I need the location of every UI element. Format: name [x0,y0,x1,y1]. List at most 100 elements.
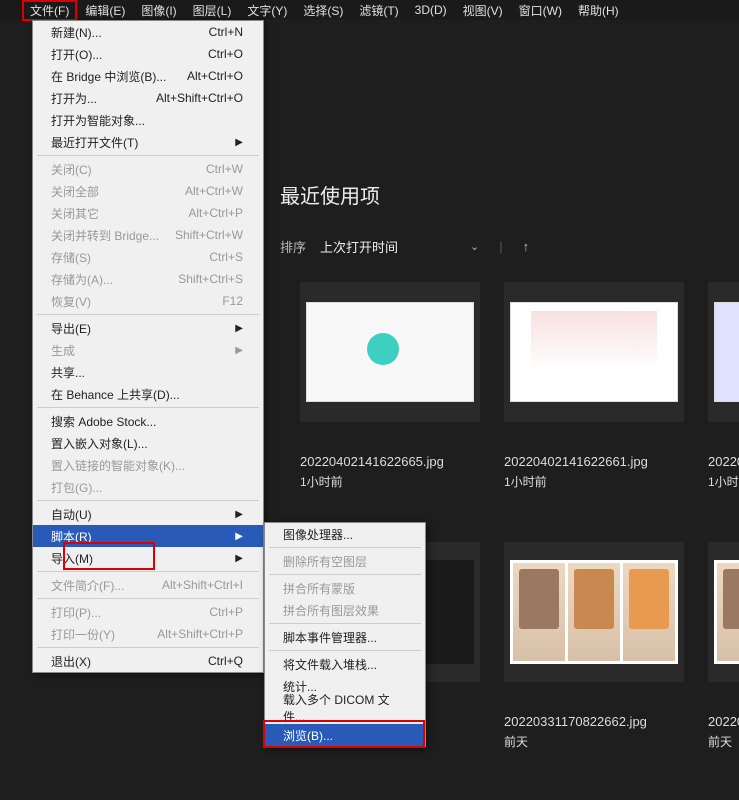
menu-filter[interactable]: 滤镜(T) [351,0,406,21]
menu-item-label: 导出(E) [51,320,91,337]
menu-item-label: 置入链接的智能对象(K)... [51,457,185,474]
submenu-item[interactable]: 浏览(B)... [265,724,425,746]
recent-title: 最近使用项 [280,180,739,209]
menu-shortcut: Shift+Ctrl+W [175,228,243,242]
separator [269,650,421,651]
menu-item-label: 自动(U) [51,506,92,523]
menu-item[interactable]: 自动(U) ▶ [33,503,263,525]
menu-file[interactable]: 文件(F) [22,0,77,21]
menu-item: 关闭并转到 Bridge... Shift+Ctrl+W [33,224,263,246]
file-name: 20220402141622661.jpg [504,454,684,469]
separator [269,574,421,575]
menu-item-label: 打印(P)... [51,604,101,621]
submenu-item[interactable]: 图像处理器... [265,523,425,545]
menu-shortcut: F12 [222,294,243,308]
submenu-item-label: 载入多个 DICOM 文件... [283,691,407,725]
menu-item-label: 在 Behance 上共享(D)... [51,386,180,403]
menu-help[interactable]: 帮助(H) [570,0,627,21]
menu-item[interactable]: 打开为智能对象... [33,109,263,131]
menu-layer[interactable]: 图层(L) [185,0,240,21]
submenu-item-label: 删除所有空图层 [283,553,367,570]
menu-shortcut: Alt+Ctrl+W [185,184,243,198]
submenu-arrow-icon: ▶ [235,323,243,334]
menu-item[interactable]: 导入(M)▶ [33,547,263,569]
menu-type[interactable]: 文字(Y) [239,0,295,21]
menu-item[interactable]: 在 Behance 上共享(D)... [33,383,263,405]
menu-3d[interactable]: 3D(D) [407,1,455,19]
menu-item[interactable]: 置入嵌入对象(L)... [33,432,263,454]
menu-item[interactable]: 打开为... Alt+Shift+Ctrl+O [33,87,263,109]
chevron-down-icon[interactable]: ⌄ [470,240,479,253]
menu-shortcut: Ctrl+N [209,25,243,39]
separator [37,571,259,572]
submenu-arrow-icon: ▶ [235,509,243,520]
sort-label: 排序 [280,237,306,256]
menu-item: 置入链接的智能对象(K)... [33,454,263,476]
menu-item-label: 文件简介(F)... [51,577,124,594]
separator [37,598,259,599]
submenu-item-label: 脚本事件管理器... [283,629,377,646]
menu-item[interactable]: 新建(N)... Ctrl+N [33,21,263,43]
menu-item[interactable]: 最近打开文件(T) ▶ [33,131,263,153]
menu-shortcut: Ctrl+O [208,47,243,61]
menu-item[interactable]: 退出(X)Ctrl+Q [33,650,263,672]
recent-item[interactable]: 20220331170822662.jpg 前天 [504,542,684,750]
file-time: 前天 [708,733,739,750]
menu-item-label: 存储(S) [51,249,91,266]
submenu-arrow-icon: ▶ [235,345,243,356]
menu-item[interactable]: 脚本(R)▶ [33,525,263,547]
menu-shortcut: Shift+Ctrl+S [178,272,243,286]
menu-item: 文件简介(F)... Alt+Shift+Ctrl+I [33,574,263,596]
separator [269,623,421,624]
thumbnail [708,542,739,682]
menu-item-label: 脚本(R) [51,528,92,545]
menu-item-label: 恢复(V) [51,293,91,310]
menu-item[interactable]: 打开(O)...Ctrl+O [33,43,263,65]
menu-item: 打印一份(Y)Alt+Shift+Ctrl+P [33,623,263,645]
menu-item[interactable]: 搜索 Adobe Stock... [33,410,263,432]
menu-item-label: 关闭并转到 Bridge... [51,227,159,244]
menu-item: 关闭全部 Alt+Ctrl+W [33,180,263,202]
submenu-item[interactable]: 将文件载入堆栈... [265,653,425,675]
menu-window[interactable]: 窗口(W) [511,0,570,21]
menu-item-label: 打开为... [51,90,97,107]
recent-item[interactable]: 2022040 1小时前 [708,282,739,490]
submenu-arrow-icon: ▶ [235,137,243,148]
menu-shortcut: Alt+Shift+Ctrl+P [157,627,243,641]
file-name: 2022040 [708,454,739,469]
sort-dropdown[interactable]: 上次打开时间 [320,237,398,256]
submenu-item[interactable]: 脚本事件管理器... [265,626,425,648]
menu-view[interactable]: 视图(V) [455,0,511,21]
menu-image[interactable]: 图像(I) [133,0,184,21]
sort-direction-icon[interactable]: ↑ [523,239,530,254]
file-name: 20220402141622665.jpg [300,454,480,469]
menu-item: 打包(G)... [33,476,263,498]
menu-item[interactable]: 在 Bridge 中浏览(B)...Alt+Ctrl+O [33,65,263,87]
menu-item-label: 最近打开文件(T) [51,134,138,151]
menu-shortcut: Ctrl+Q [208,654,243,668]
menu-shortcut: Alt+Ctrl+P [188,206,243,220]
recent-item[interactable]: 20220402141622665.jpg 1小时前 [300,282,480,490]
menubar: 文件(F) 编辑(E) 图像(I) 图层(L) 文字(Y) 选择(S) 滤镜(T… [0,0,739,20]
menu-item[interactable]: 共享... [33,361,263,383]
submenu-item: 拼合所有图层效果 [265,599,425,621]
menu-item-label: 新建(N)... [51,24,102,41]
menu-item: 恢复(V) F12 [33,290,263,312]
menu-edit[interactable]: 编辑(E) [77,0,133,21]
recent-grid: 20220402141622665.jpg 1小时前 2022040214162… [300,282,739,490]
recent-item[interactable]: 2022033 前天 [708,542,739,750]
menu-item-label: 关闭全部 [51,183,99,200]
menu-shortcut: Alt+Ctrl+O [187,69,243,83]
menu-item-label: 导入(M) [51,550,93,567]
file-name: 20220331170822662.jpg [504,714,684,729]
menu-item: 关闭其它 Alt+Ctrl+P [33,202,263,224]
menu-select[interactable]: 选择(S) [295,0,351,21]
menu-shortcut: Alt+Shift+Ctrl+O [156,91,243,105]
menu-item[interactable]: 导出(E) ▶ [33,317,263,339]
file-time: 1小时前 [708,473,739,490]
submenu-item: 删除所有空图层 [265,550,425,572]
submenu-item[interactable]: 载入多个 DICOM 文件... [265,697,425,719]
menu-item-label: 关闭其它 [51,205,99,222]
recent-item[interactable]: 20220402141622661.jpg 1小时前 [504,282,684,490]
menu-shortcut: Alt+Shift+Ctrl+I [162,578,243,592]
